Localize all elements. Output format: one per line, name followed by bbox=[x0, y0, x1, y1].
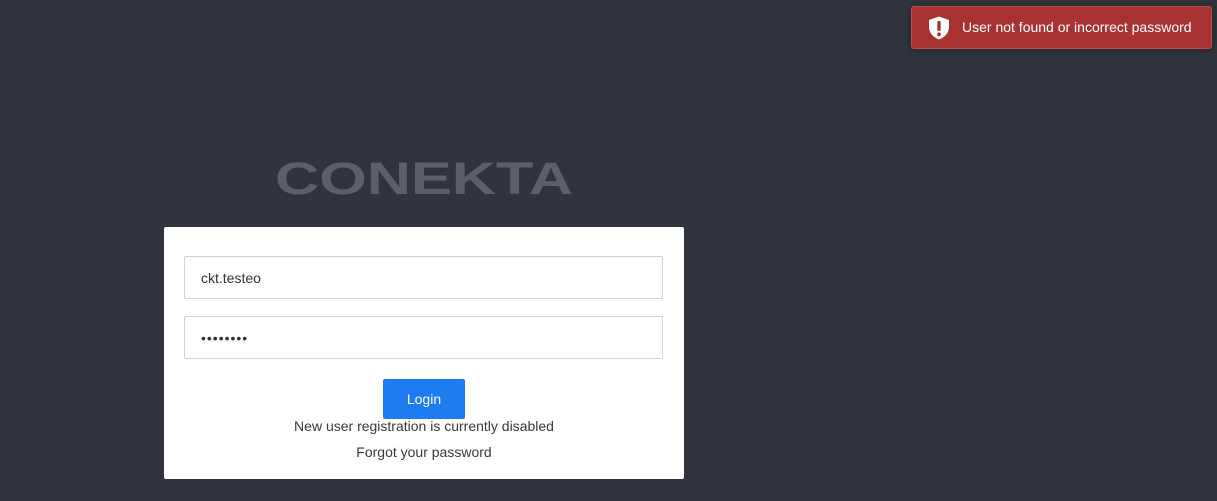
registration-disabled-notice: New user registration is currently disab… bbox=[294, 418, 554, 434]
error-toast: User not found or incorrect password bbox=[911, 6, 1212, 49]
conekta-logo-graphic: CONEKTA bbox=[275, 154, 573, 202]
password-input[interactable] bbox=[184, 316, 663, 359]
shield-alert-icon bbox=[928, 16, 950, 40]
forgot-password-row: Forgot your password bbox=[164, 444, 684, 460]
username-input[interactable] bbox=[184, 256, 663, 299]
login-card: Login New user registration is currently… bbox=[164, 227, 684, 479]
toast-message: User not found or incorrect password bbox=[962, 19, 1192, 35]
logo-text: CONEKTA bbox=[275, 154, 573, 202]
login-button[interactable]: Login bbox=[383, 379, 465, 419]
forgot-password-link[interactable]: Forgot your password bbox=[356, 444, 491, 460]
conekta-logo: CONEKTA bbox=[273, 154, 575, 202]
